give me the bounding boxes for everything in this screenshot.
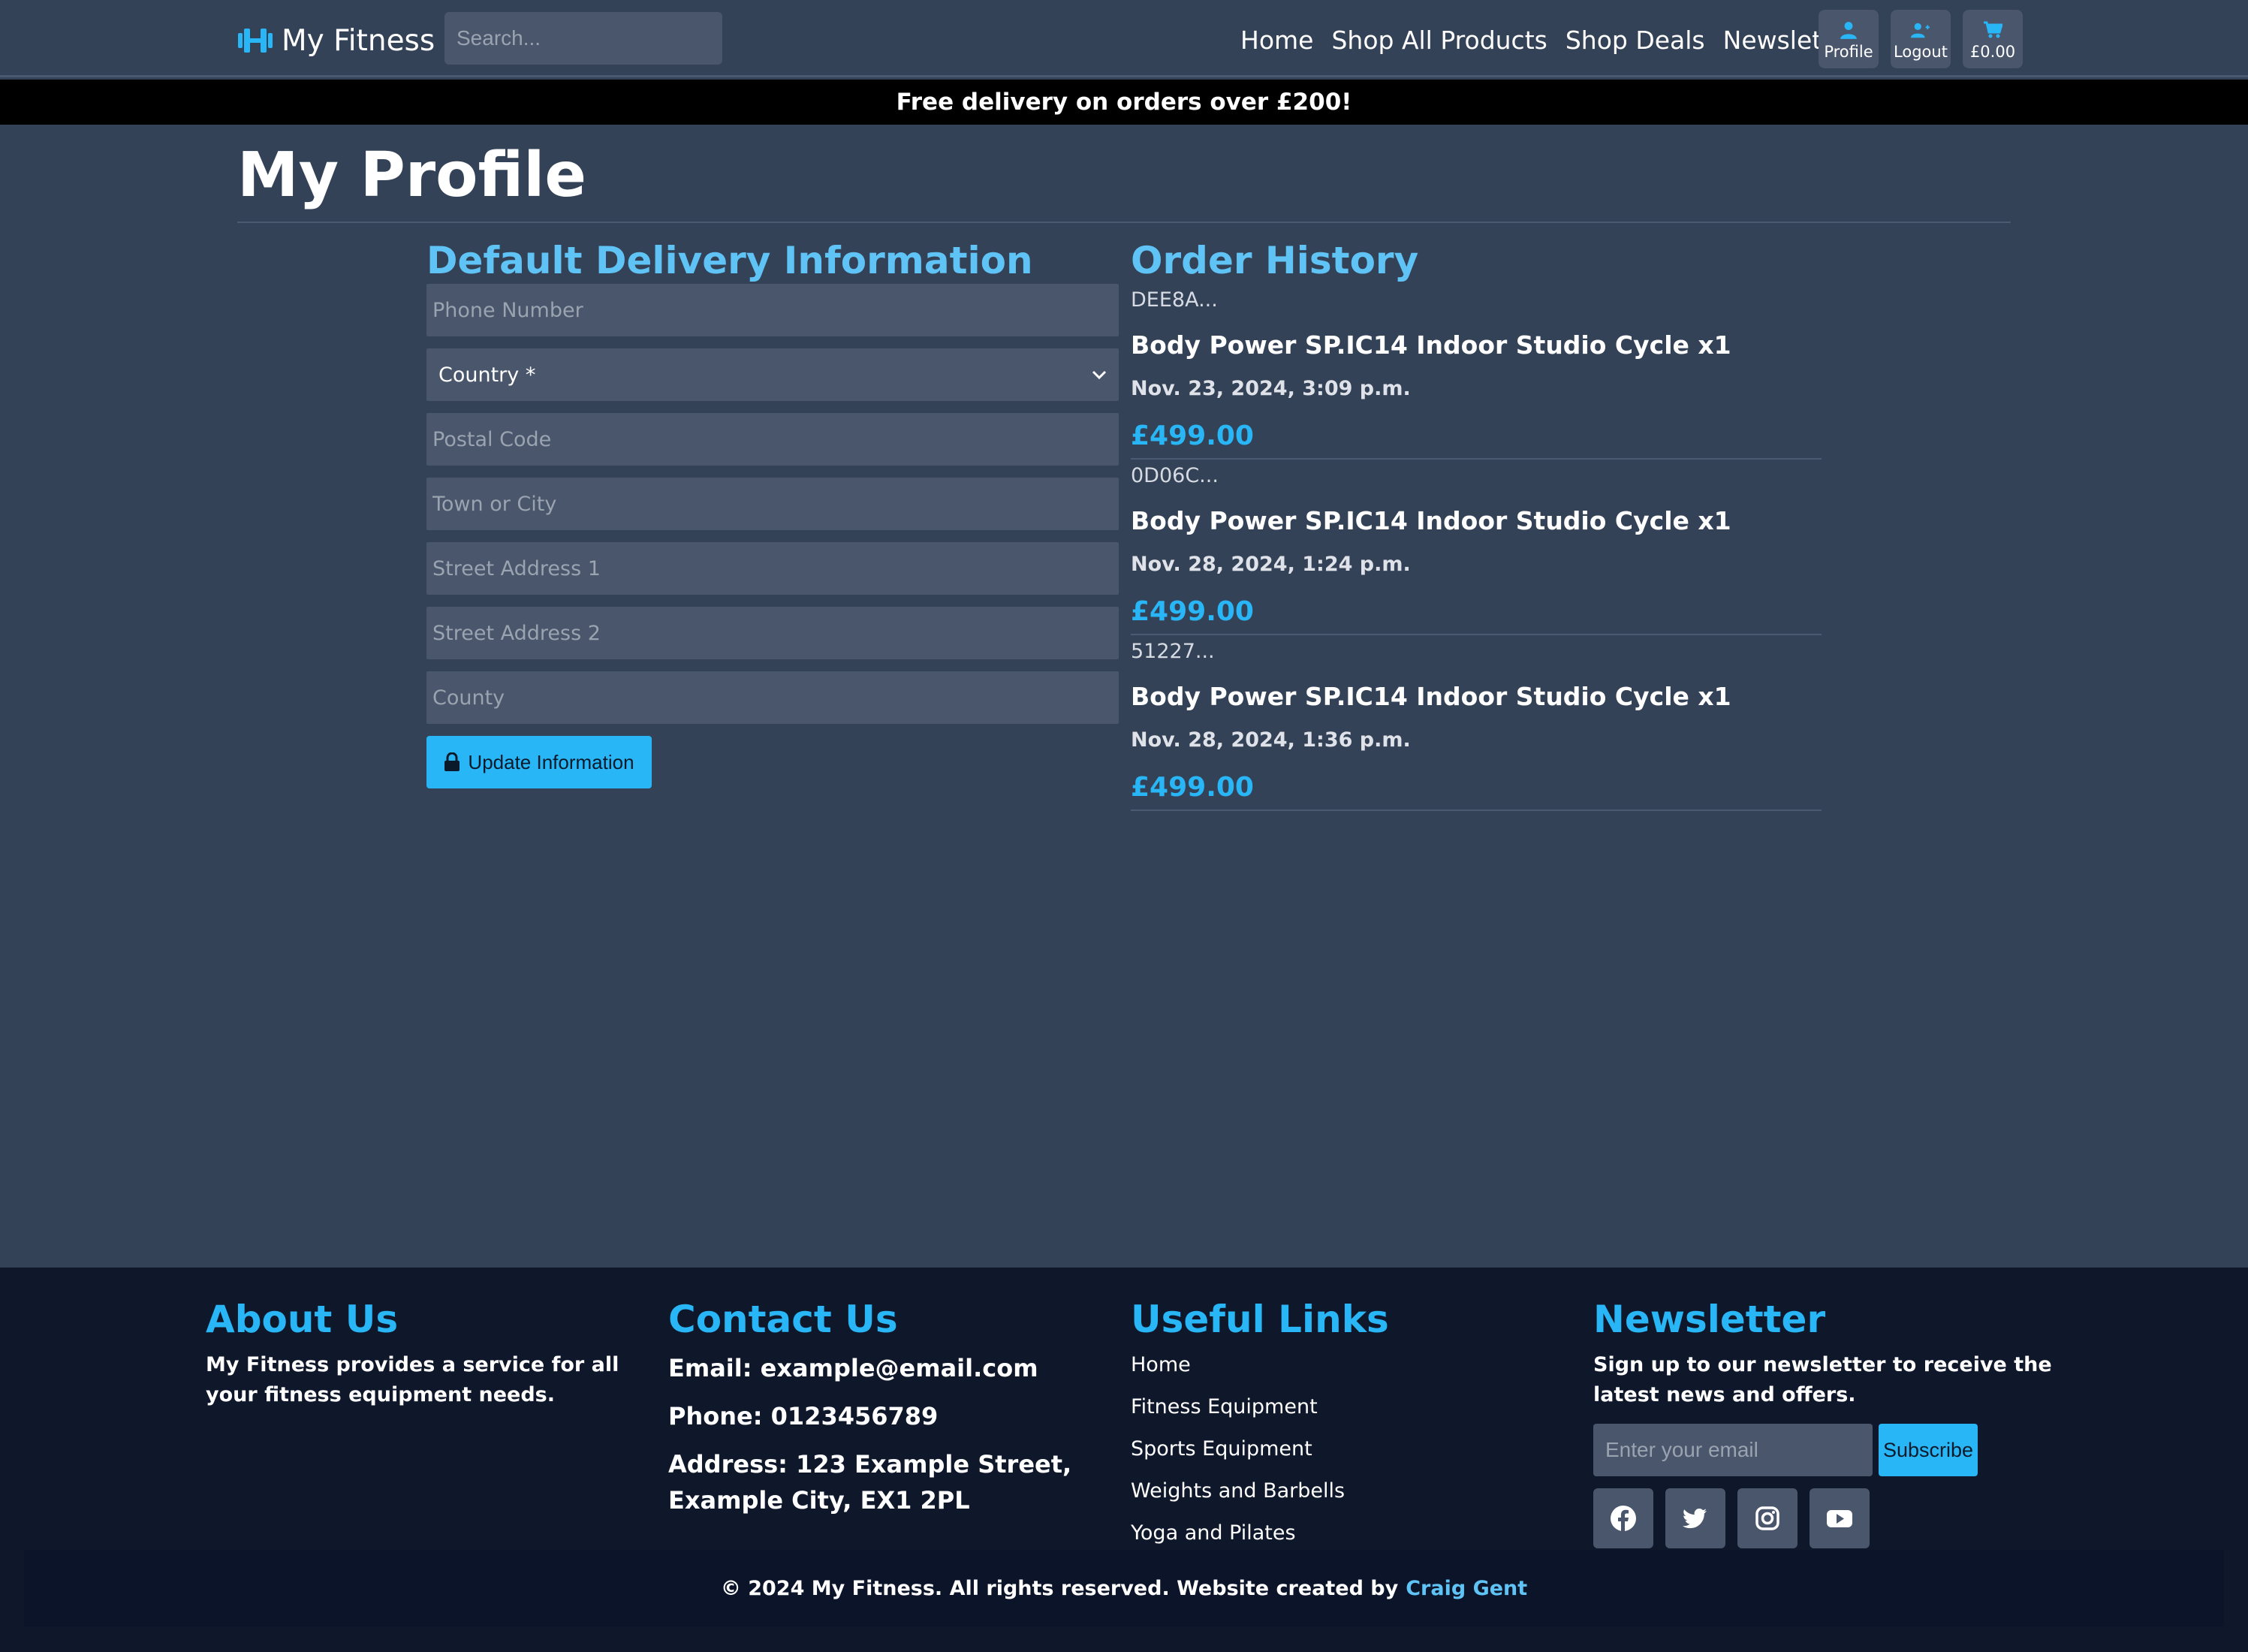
footer-link-fitness-equipment[interactable]: Fitness Equipment bbox=[1131, 1395, 1318, 1418]
facebook-link[interactable] bbox=[1593, 1488, 1653, 1548]
nav-shop-all-products[interactable]: Shop All Products bbox=[1331, 26, 1547, 55]
lock-icon bbox=[444, 752, 460, 771]
order-item: Body Power SP.IC14 Indoor Studio Cycle x… bbox=[1131, 682, 1731, 711]
order-divider bbox=[1131, 634, 1822, 635]
subscribe-button[interactable]: Subscribe bbox=[1879, 1424, 1978, 1476]
order-date: Nov. 28, 2024, 1:24 p.m. bbox=[1131, 553, 1411, 576]
youtube-icon bbox=[1827, 1510, 1852, 1527]
footer-link-yoga-pilates[interactable]: Yoga and Pilates bbox=[1131, 1521, 1296, 1545]
contact-phone: Phone: 0123456789 bbox=[668, 1402, 939, 1430]
instagram-icon bbox=[1755, 1506, 1779, 1530]
order-divider bbox=[1131, 809, 1822, 811]
order-date: Nov. 23, 2024, 3:09 p.m. bbox=[1131, 377, 1411, 400]
twitter-icon bbox=[1683, 1509, 1707, 1529]
country-selected-value: Country * bbox=[438, 363, 536, 387]
profile-label: Profile bbox=[1824, 43, 1873, 61]
order-date: Nov. 28, 2024, 1:36 p.m. bbox=[1131, 728, 1411, 752]
order-total: £499.00 bbox=[1131, 596, 1254, 627]
logout-button[interactable]: Logout bbox=[1891, 10, 1951, 68]
order-item: Body Power SP.IC14 Indoor Studio Cycle x… bbox=[1131, 330, 1731, 360]
user-icon bbox=[1840, 22, 1857, 39]
copyright-text: © 2024 My Fitness. All rights reserved. … bbox=[720, 1576, 1399, 1600]
county-input[interactable]: County bbox=[426, 671, 1119, 724]
newsletter-heading: Newsletter bbox=[1593, 1298, 1826, 1341]
footer-link-home[interactable]: Home bbox=[1131, 1353, 1191, 1376]
facebook-icon bbox=[1611, 1506, 1636, 1532]
chevron-down-icon bbox=[1092, 370, 1107, 380]
page-title: My Profile bbox=[237, 140, 586, 211]
youtube-link[interactable] bbox=[1810, 1488, 1870, 1548]
main-nav: Home Shop All Products Shop Deals Newsle… bbox=[1240, 21, 1857, 59]
logout-label: Logout bbox=[1894, 43, 1948, 61]
dumbbell-icon bbox=[238, 29, 273, 53]
town-city-input[interactable]: Town or City bbox=[426, 478, 1119, 530]
newsletter-email-input[interactable] bbox=[1593, 1424, 1873, 1476]
contact-address: Address: 123 Example Street, Example Cit… bbox=[668, 1450, 1072, 1515]
order-total: £499.00 bbox=[1131, 772, 1254, 803]
contact-heading: Contact Us bbox=[668, 1298, 898, 1341]
street-address-1-input[interactable]: Street Address 1 bbox=[426, 542, 1119, 595]
order-item: Body Power SP.IC14 Indoor Studio Cycle x… bbox=[1131, 506, 1731, 535]
about-text: My Fitness provides a service for all yo… bbox=[206, 1353, 619, 1406]
search-input[interactable] bbox=[444, 12, 722, 65]
order-history-heading: Order History bbox=[1131, 239, 1419, 282]
phone-number-input[interactable]: Phone Number bbox=[426, 284, 1119, 336]
cart-total: £0.00 bbox=[1969, 43, 2016, 61]
order-total: £499.00 bbox=[1131, 421, 1254, 451]
order-divider bbox=[1131, 458, 1822, 460]
footer-link-sports-equipment[interactable]: Sports Equipment bbox=[1131, 1437, 1312, 1461]
navbar: My Fitness Home Shop All Products Shop D… bbox=[0, 0, 2248, 77]
order-number-link[interactable]: 0D06C... bbox=[1131, 464, 1219, 487]
update-information-button[interactable]: Update Information bbox=[426, 736, 652, 788]
street-address-2-input[interactable]: Street Address 2 bbox=[426, 607, 1119, 659]
contact-email: Email: example@email.com bbox=[668, 1354, 1038, 1382]
nav-home[interactable]: Home bbox=[1240, 26, 1313, 55]
order-number-link[interactable]: DEE8A... bbox=[1131, 288, 1218, 312]
author-link[interactable]: Craig Gent bbox=[1406, 1577, 1527, 1600]
instagram-link[interactable] bbox=[1737, 1488, 1797, 1548]
copyright-bar: © 2024 My Fitness. All rights reserved. … bbox=[24, 1550, 2224, 1626]
order-number-link[interactable]: 51227... bbox=[1131, 640, 1215, 663]
profile-button[interactable]: Profile bbox=[1819, 10, 1879, 68]
delivery-banner: Free delivery on orders over £200! bbox=[0, 80, 2248, 125]
brand-name: My Fitness bbox=[282, 23, 435, 58]
delivery-heading: Default Delivery Information bbox=[426, 239, 1033, 282]
useful-links-heading: Useful Links bbox=[1131, 1298, 1389, 1341]
cart-icon bbox=[1984, 21, 2002, 38]
newsletter-text: Sign up to our newsletter to receive the… bbox=[1593, 1353, 2052, 1406]
footer-link-weights-barbells[interactable]: Weights and Barbells bbox=[1131, 1479, 1345, 1503]
twitter-link[interactable] bbox=[1665, 1488, 1725, 1548]
update-information-label: Update Information bbox=[468, 750, 634, 773]
about-heading: About Us bbox=[206, 1298, 399, 1341]
nav-shop-deals[interactable]: Shop Deals bbox=[1565, 26, 1705, 55]
brand-link[interactable]: My Fitness bbox=[237, 21, 435, 60]
divider bbox=[237, 222, 2011, 223]
user-plus-icon bbox=[1911, 23, 1930, 38]
postal-code-input[interactable]: Postal Code bbox=[426, 413, 1119, 466]
country-select[interactable]: Country * bbox=[426, 348, 1119, 401]
cart-button[interactable]: £0.00 bbox=[1963, 10, 2023, 68]
